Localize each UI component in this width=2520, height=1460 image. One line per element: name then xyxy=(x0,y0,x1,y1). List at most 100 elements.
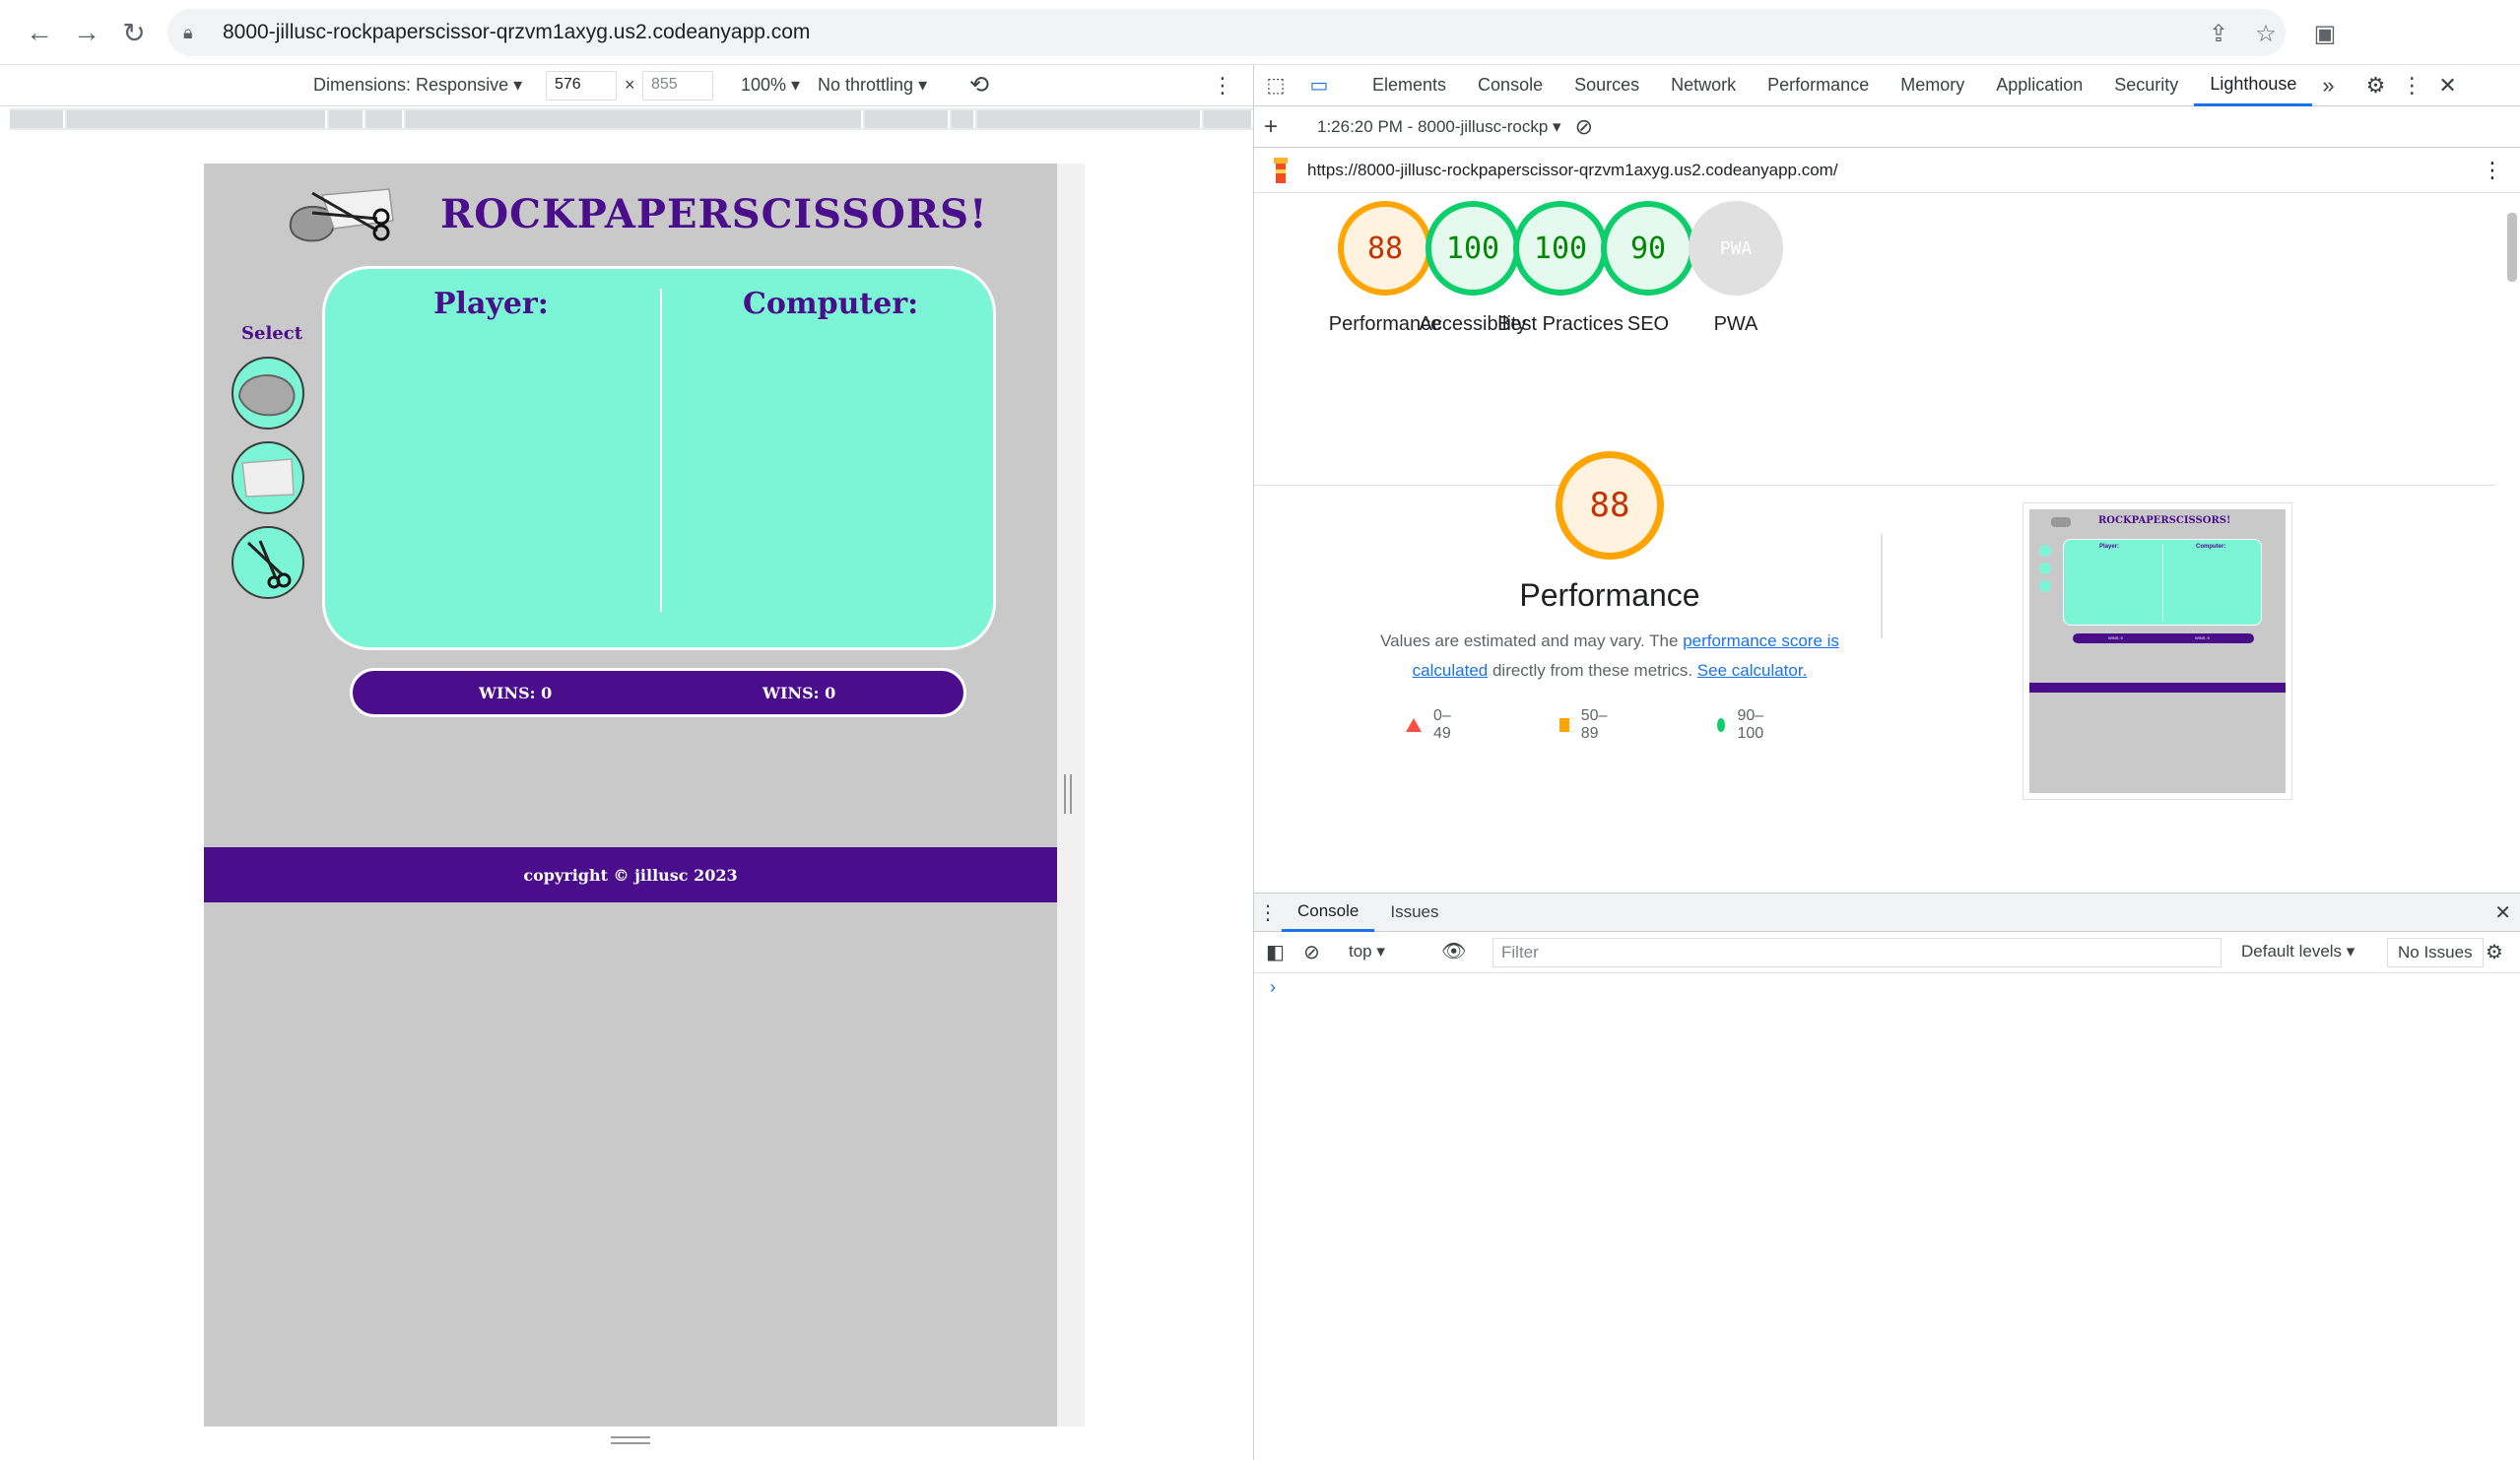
eye-icon[interactable]: 👁︎ xyxy=(1441,939,1466,963)
lock-icon[interactable]: 🔒︎ xyxy=(183,23,219,43)
rock-button[interactable] xyxy=(232,357,304,430)
devtools-tabs: Elements Console Sources Network Performance… xyxy=(1357,65,2313,106)
thumb-footer xyxy=(2029,683,2286,693)
zoom-dropdown[interactable]: 100% ▾ xyxy=(741,75,800,96)
devtools-tab-console[interactable]: Console xyxy=(1462,65,1558,106)
height-resize-handle[interactable] xyxy=(611,1436,650,1444)
star-icon[interactable]: ☆ xyxy=(2246,14,2286,53)
report-scrollbar[interactable] xyxy=(2503,193,2520,893)
devtools-tab-lighthouse[interactable]: Lighthouse xyxy=(2194,65,2313,106)
devtools-tab-security[interactable]: Security xyxy=(2098,65,2194,106)
inspect-icon[interactable]: ⬚ xyxy=(1254,73,1297,98)
share-icon[interactable]: ⇪ xyxy=(2199,14,2238,53)
legend-range: 90–100 xyxy=(1737,707,1764,742)
throttling-dropdown[interactable]: No throttling ▾ xyxy=(818,75,927,96)
scissors-button[interactable] xyxy=(232,526,304,599)
dimensions-dropdown[interactable]: Dimensions: Responsive ▾ xyxy=(313,75,522,96)
lighthouse-report: 88 Performance 100 Accessibility 100 Best Pra… xyxy=(1254,193,2520,893)
console-prompt[interactable]: › xyxy=(1270,977,1276,998)
width-resize-handle[interactable] xyxy=(1064,774,1072,814)
forward-icon[interactable]: → xyxy=(65,11,108,54)
rock-icon xyxy=(237,374,296,417)
back-icon[interactable]: ← xyxy=(18,11,61,54)
report-selector[interactable]: 1:26:20 PM - 8000-jillusc-rockp ▾ xyxy=(1317,117,1561,137)
devtools-tab-performance[interactable]: Performance xyxy=(1752,65,1885,106)
computer-wins: WINS: 0 xyxy=(763,684,836,702)
media-query-bar[interactable] xyxy=(10,108,1253,130)
game-arena: Player: Computer: xyxy=(322,266,996,650)
thumb-paper xyxy=(2039,563,2051,574)
devtools-panel: ⬚ ▭ Elements Console Sources Network Perform… xyxy=(1253,65,2520,1460)
report-menu-icon[interactable]: ⋮ xyxy=(2482,158,2503,183)
zoom-label: 100% xyxy=(741,75,787,95)
thumb-rock xyxy=(2039,545,2051,557)
context-selector[interactable]: top ▾ xyxy=(1349,942,1385,962)
rotate-icon[interactable]: ⟲ xyxy=(969,71,989,100)
console-settings-icon[interactable]: ⚙ xyxy=(2486,940,2503,964)
drawer-menu-icon[interactable]: ⋮ xyxy=(1254,900,1282,925)
issues-button[interactable]: No Issues xyxy=(2387,938,2484,967)
report-url[interactable]: https://8000-jillusc-rockpaperscissor-qr… xyxy=(1307,161,1838,180)
score-gauge-accessibility[interactable]: 100 xyxy=(1426,201,1520,296)
legend-range: 50–89 xyxy=(1580,707,1608,742)
clear-console-icon[interactable]: ⊘ xyxy=(1303,940,1320,964)
legend-item: 50–89 xyxy=(1559,707,1612,743)
more-options-icon[interactable]: ⋮ xyxy=(1212,73,1233,99)
side-panel-icon[interactable]: ▣ xyxy=(2305,14,2345,53)
report-separator xyxy=(1254,485,2495,486)
score-gauge-performance[interactable]: 88 xyxy=(1338,201,1432,296)
thumb-player: Player: xyxy=(2099,544,2120,550)
performance-title: Performance xyxy=(1519,577,1700,613)
devtools-tab-network[interactable]: Network xyxy=(1655,65,1752,106)
legend-item: 90–100 xyxy=(1717,707,1769,743)
close-drawer-icon[interactable]: ✕ xyxy=(2494,900,2511,925)
sidebar-toggle-icon[interactable]: ◧ xyxy=(1266,940,1285,964)
devtools-tab-memory[interactable]: Memory xyxy=(1885,65,1980,106)
context-label: top xyxy=(1349,942,1372,961)
arena-divider xyxy=(660,289,662,612)
player-heading: Player: xyxy=(433,287,549,321)
devtools-tab-sources[interactable]: Sources xyxy=(1558,65,1655,106)
lighthouse-icon xyxy=(1274,157,1288,183)
settings-icon[interactable]: ⚙ xyxy=(2366,73,2386,99)
devtools-tab-application[interactable]: Application xyxy=(1980,65,2098,106)
score-gauge-seo[interactable]: 90 xyxy=(1601,201,1695,296)
score-gauge-pwa[interactable]: PWA xyxy=(1689,201,1783,296)
reload-icon[interactable]: ↻ xyxy=(112,11,156,54)
see-calculator-link[interactable]: See calculator. xyxy=(1697,661,1808,680)
vertical-separator xyxy=(1881,534,1883,638)
add-report-icon[interactable]: + xyxy=(1264,113,1293,141)
computer-heading: Computer: xyxy=(743,287,919,321)
browser-toolbar: ← → ↻ 🔒︎ 8000-jillusc-rockpaperscissor-q… xyxy=(0,0,2520,65)
width-input[interactable]: 576 xyxy=(546,71,617,100)
thumb-computer: Computer: xyxy=(2196,544,2226,550)
score-gauge-best-practices[interactable]: 100 xyxy=(1513,201,1608,296)
paper-button[interactable] xyxy=(232,441,304,514)
console-toolbar: ◧ ⊘ top ▾ 👁︎ Filter Default levels ▾ No … xyxy=(1254,932,2520,973)
more-options-icon[interactable]: ⋮ xyxy=(2401,73,2422,99)
more-tabs-icon[interactable]: » xyxy=(2312,73,2344,99)
legend-item: 0–49 xyxy=(1406,707,1451,743)
drawer-tab-console[interactable]: Console xyxy=(1282,893,1375,932)
performance-description: Values are estimated and may vary. The p… xyxy=(1360,627,1859,686)
console-filter-input[interactable]: Filter xyxy=(1492,938,2222,967)
scissors-icon xyxy=(246,540,292,589)
performance-score-gauge: 88 xyxy=(1556,451,1664,560)
thumb-wins-computer: WINS: 0 xyxy=(2195,635,2210,640)
console-drawer-tabs: ⋮ Console Issues ✕ xyxy=(1254,893,2520,932)
clear-icon[interactable]: ⊘ xyxy=(1575,114,1593,140)
address-bar[interactable]: 🔒︎ 8000-jillusc-rockpaperscissor-qrzvm1a… xyxy=(167,9,2286,56)
height-input[interactable]: 855 xyxy=(642,71,713,100)
desc-text-2: directly from these metrics. xyxy=(1488,661,1697,680)
devtools-tab-elements[interactable]: Elements xyxy=(1357,65,1462,106)
log-levels-dropdown[interactable]: Default levels ▾ xyxy=(2241,942,2354,962)
close-icon[interactable]: ✕ xyxy=(2438,73,2456,99)
device-toggle-icon[interactable]: ▭ xyxy=(1297,73,1341,98)
desc-text-1: Values are estimated and may vary. The xyxy=(1380,631,1684,650)
drawer-tab-issues[interactable]: Issues xyxy=(1374,893,1454,932)
thumb-title: ROCKPAPERSCISSORS! xyxy=(2098,515,2231,526)
score-gauges: 88 Performance 100 Accessibility 100 Best Pra… xyxy=(1254,193,2495,390)
lighthouse-url-bar: https://8000-jillusc-rockpaperscissor-qr… xyxy=(1254,148,2520,193)
thumb-wins-player: WINS: 0 xyxy=(2108,635,2123,640)
page-screenshot-thumbnail[interactable]: ROCKPAPERSCISSORS! Player: Computer: WIN… xyxy=(2023,502,2292,800)
